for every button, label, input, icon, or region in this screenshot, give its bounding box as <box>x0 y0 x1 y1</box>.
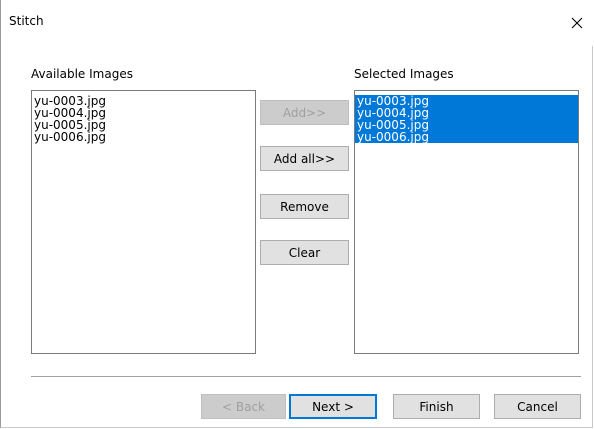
cancel-button[interactable]: Cancel <box>494 394 581 419</box>
finish-button[interactable]: Finish <box>393 394 480 419</box>
footer-separator <box>31 376 581 377</box>
add-all-button[interactable]: Add all>> <box>260 146 349 171</box>
back-button[interactable]: < Back <box>201 394 286 419</box>
selected-images-label: Selected Images <box>354 67 454 81</box>
list-item[interactable]: yu-0006.jpg <box>355 131 578 143</box>
add-button[interactable]: Add>> <box>260 100 349 125</box>
available-images-list[interactable]: yu-0003.jpg yu-0004.jpg yu-0005.jpg yu-0… <box>31 90 256 354</box>
window-title: Stitch <box>9 14 44 28</box>
close-button[interactable] <box>560 6 594 40</box>
remove-button[interactable]: Remove <box>260 194 349 219</box>
stitch-dialog: Stitch Available Images yu-0003.jpg yu-0… <box>0 0 594 428</box>
close-icon <box>571 17 583 29</box>
available-images-label: Available Images <box>31 67 133 81</box>
next-button[interactable]: Next > <box>289 394 377 419</box>
list-item[interactable]: yu-0006.jpg <box>32 131 255 143</box>
title-bar: Stitch <box>1 0 594 46</box>
selected-images-list[interactable]: yu-0003.jpg yu-0004.jpg yu-0005.jpg yu-0… <box>354 90 579 354</box>
clear-button[interactable]: Clear <box>260 240 349 265</box>
